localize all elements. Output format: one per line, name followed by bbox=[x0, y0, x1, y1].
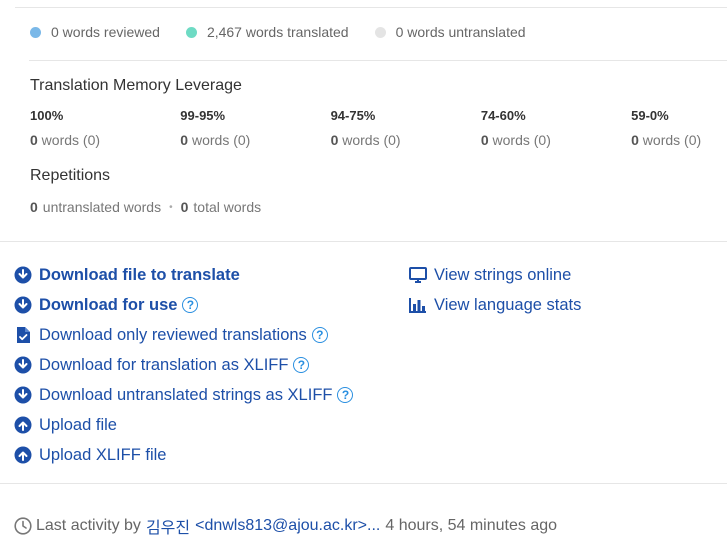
tm-words: 0 words (0) bbox=[30, 132, 180, 148]
tm-column: 100% 0 words (0) bbox=[30, 108, 180, 148]
upload-file-link[interactable]: Upload file bbox=[14, 410, 353, 440]
tm-leverage-grid: 100% 0 words (0) 99-95% 0 words (0) 94-7… bbox=[30, 108, 727, 148]
untranslated-dot bbox=[374, 26, 386, 38]
progress-legend: 0 words reviewed 2,467 words translated … bbox=[30, 24, 552, 40]
download-untranslated-xliff-link[interactable]: Download untranslated strings as XLIFF ? bbox=[14, 380, 354, 410]
tm-count: 0 bbox=[180, 132, 189, 148]
tm-range-label: 74-60% bbox=[480, 108, 526, 123]
activity-time: 4 hours, 54 minutes ago bbox=[385, 517, 558, 534]
separator: • bbox=[169, 201, 173, 213]
tm-range-label: 100% bbox=[30, 108, 64, 123]
file-actions: Download file to translate Download for … bbox=[14, 260, 354, 470]
tm-words: 0 words (0) bbox=[331, 132, 481, 148]
download-file-to-translate-link[interactable]: Download file to translate bbox=[14, 260, 353, 290]
tm-rest: words (0) bbox=[338, 132, 401, 148]
bar-chart-icon bbox=[409, 296, 427, 314]
tm-count: 0 bbox=[30, 132, 38, 148]
monitor-icon bbox=[409, 266, 427, 284]
activity-prefix: Last activity by bbox=[36, 517, 141, 534]
tm-rest: words (0) bbox=[188, 132, 251, 148]
file-check-icon bbox=[14, 326, 32, 344]
tm-leverage-title: Translation Memory Leverage bbox=[30, 77, 242, 94]
download-icon bbox=[14, 356, 32, 374]
action-label: View strings online bbox=[434, 265, 572, 284]
help-icon[interactable]: ? bbox=[311, 327, 328, 343]
help-icon[interactable]: ? bbox=[337, 387, 354, 403]
reviewed-dot bbox=[30, 26, 41, 38]
help-icon[interactable]: ? bbox=[293, 357, 310, 373]
activity-email-link[interactable]: <dnwls813@ajou.ac.kr>... bbox=[195, 517, 380, 535]
download-icon bbox=[14, 266, 32, 284]
tm-column: 94-75% 0 words (0) bbox=[331, 108, 481, 148]
tm-column: 74-60% 0 words (0) bbox=[481, 108, 631, 148]
tm-range-label: 94-75% bbox=[330, 108, 376, 123]
tm-rest: words (0) bbox=[638, 132, 702, 148]
download-icon bbox=[14, 386, 32, 404]
legend-untranslated-label: 0 words untranslated bbox=[395, 24, 526, 40]
tm-words: 0 words (0) bbox=[180, 132, 330, 148]
tm-column: 99-95% 0 words (0) bbox=[180, 108, 330, 148]
top-panel-border bbox=[15, 0, 727, 8]
download-reviewed-translations-link[interactable]: Download only reviewed translations ? bbox=[14, 320, 353, 350]
total-count: 0 bbox=[180, 199, 189, 215]
total-label: total words bbox=[193, 199, 262, 215]
untranslated-count: 0 bbox=[30, 199, 38, 215]
action-label: Upload file bbox=[39, 415, 117, 434]
action-label: Download for translation as XLIFF bbox=[39, 355, 289, 374]
legend-translated-label: 2,467 words translated bbox=[206, 24, 349, 40]
action-label: Download file to translate bbox=[39, 265, 240, 284]
tm-rest: words (0) bbox=[488, 132, 551, 148]
download-for-use-link[interactable]: Download for use ? bbox=[14, 290, 353, 320]
download-translation-xliff-link[interactable]: Download for translation as XLIFF ? bbox=[14, 350, 353, 380]
action-label: Download only reviewed translations bbox=[39, 325, 307, 344]
translated-dot bbox=[185, 26, 197, 38]
tm-count: 0 bbox=[480, 132, 489, 148]
legend-translated: 2,467 words translated bbox=[185, 24, 349, 40]
divider bbox=[0, 241, 727, 242]
tm-words: 0 words (0) bbox=[481, 132, 631, 148]
tm-count: 0 bbox=[631, 132, 639, 148]
view-strings-online-link[interactable]: View strings online bbox=[409, 260, 581, 290]
legend-reviewed-label: 0 words reviewed bbox=[51, 24, 160, 40]
download-icon bbox=[14, 296, 32, 314]
upload-xliff-file-link[interactable]: Upload XLIFF file bbox=[14, 440, 353, 470]
action-label: Upload XLIFF file bbox=[39, 445, 167, 464]
upload-icon bbox=[14, 446, 32, 464]
activity-user-link[interactable]: 김우진 bbox=[146, 514, 190, 538]
view-language-stats-link[interactable]: View language stats bbox=[409, 290, 581, 320]
divider bbox=[0, 483, 727, 484]
untranslated-label: untranslated words bbox=[42, 199, 162, 215]
action-label: View language stats bbox=[434, 295, 582, 314]
divider bbox=[29, 60, 727, 61]
last-activity: Last activity by 김우진 <dnwls813@ajou.ac.k… bbox=[14, 514, 557, 538]
view-actions: View strings online View language stats bbox=[409, 260, 581, 320]
help-icon[interactable]: ? bbox=[182, 297, 199, 313]
action-label: Download for use bbox=[39, 295, 178, 314]
legend-untranslated: 0 words untranslated bbox=[374, 24, 526, 40]
upload-icon bbox=[14, 416, 32, 434]
tm-range-label: 59-0% bbox=[631, 108, 669, 123]
tm-words: 0 words (0) bbox=[631, 132, 727, 148]
repetitions-title: Repetitions bbox=[30, 167, 111, 184]
tm-column: 59-0% 0 words (0) bbox=[631, 108, 727, 148]
legend-reviewed: 0 words reviewed bbox=[30, 24, 160, 40]
tm-range-label: 99-95% bbox=[180, 108, 226, 123]
tm-rest: words (0) bbox=[37, 132, 101, 148]
repetitions-stats: 0 untranslated words • 0 total words bbox=[30, 199, 261, 215]
clock-icon bbox=[14, 517, 32, 535]
action-label: Download untranslated strings as XLIFF bbox=[39, 385, 333, 404]
